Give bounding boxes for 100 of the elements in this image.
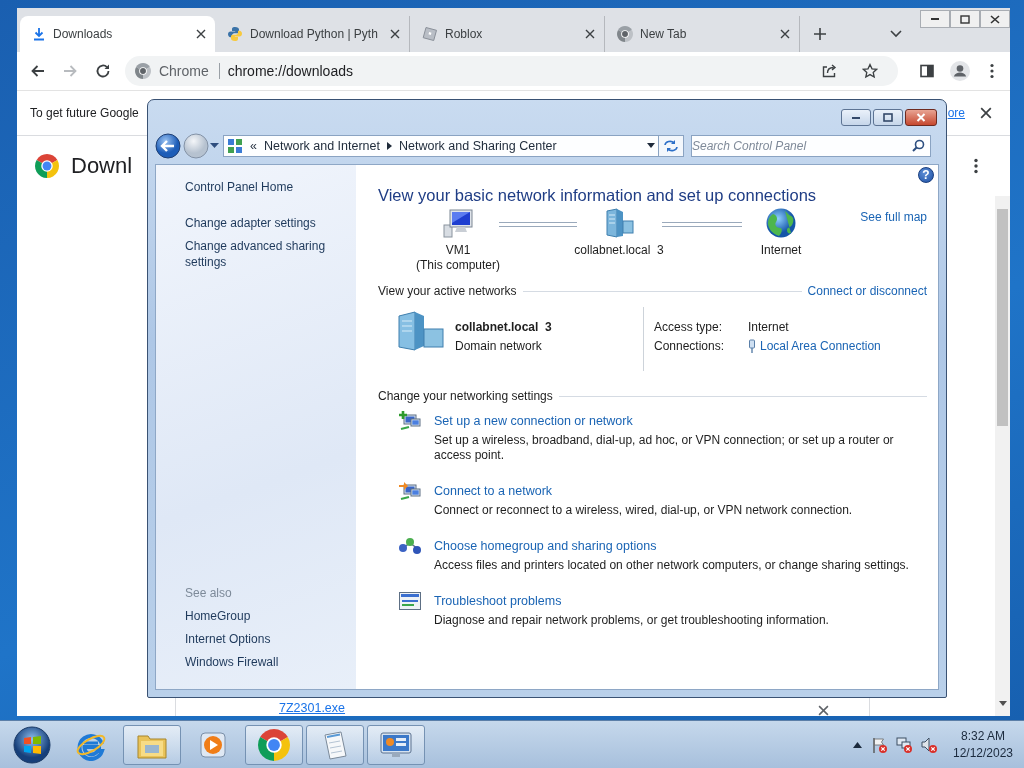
section-heading: Change your networking settings bbox=[378, 388, 553, 404]
taskbar-button[interactable] bbox=[367, 724, 425, 765]
scrollbar[interactable] bbox=[995, 196, 1010, 716]
taskbar-button[interactable] bbox=[245, 724, 303, 765]
link[interactable]: Choose homegroup and sharing options bbox=[434, 538, 909, 554]
reload-icon[interactable] bbox=[95, 63, 112, 79]
snake-logo-icon bbox=[227, 26, 243, 42]
node-label: collabnet.local 3 bbox=[574, 243, 664, 258]
search-field[interactable]: Search Control Panel bbox=[691, 134, 931, 157]
star-icon[interactable] bbox=[862, 63, 879, 79]
sidebar-link[interactable]: Change advanced sharing settings bbox=[185, 238, 344, 270]
close-icon[interactable] bbox=[980, 107, 992, 119]
plug-icon bbox=[748, 339, 756, 353]
close-icon[interactable] bbox=[585, 29, 595, 39]
node-label: Internet bbox=[760, 243, 802, 258]
node-label: VM1 bbox=[445, 243, 471, 258]
chrome-logo-icon bbox=[35, 154, 59, 178]
refresh-icon bbox=[663, 138, 679, 153]
share-icon[interactable] bbox=[821, 63, 838, 79]
link[interactable]: Set up a new connection or network bbox=[434, 413, 927, 429]
page-heading: View your basic network information and set up connections bbox=[378, 185, 818, 205]
network-category: Domain network bbox=[455, 338, 543, 354]
close-icon[interactable] bbox=[196, 29, 206, 39]
section-heading: View your active networks bbox=[378, 283, 517, 299]
globe-icon[interactable] bbox=[765, 207, 797, 239]
browser-tab[interactable]: New Tab bbox=[605, 16, 800, 52]
network-icon[interactable] bbox=[896, 736, 912, 753]
search-icon[interactable] bbox=[912, 138, 925, 152]
file-link[interactable]: 7Z2301.exe bbox=[279, 701, 815, 715]
flag-icon[interactable] bbox=[871, 736, 887, 753]
infobar-text: To get future Google bbox=[30, 106, 139, 120]
link[interactable]: ore bbox=[947, 106, 965, 120]
network-arrow-icon bbox=[398, 480, 422, 502]
help-button[interactable]: ? bbox=[918, 167, 934, 183]
url-text: chrome://downloads bbox=[227, 63, 354, 79]
browser-tab[interactable]: Download Python | Pyth bbox=[215, 16, 410, 52]
maximize-button[interactable] bbox=[950, 10, 980, 28]
browser-tab[interactable]: Roblox bbox=[410, 16, 605, 52]
clock-time[interactable]: 8:32 AM bbox=[961, 727, 1005, 745]
taskbar-button[interactable] bbox=[306, 724, 364, 765]
network-plus-icon bbox=[398, 410, 422, 432]
chevron-icon[interactable] bbox=[387, 141, 392, 150]
sidebar-link[interactable]: Change adapter settings bbox=[185, 215, 344, 231]
page-title: Downl bbox=[71, 153, 133, 179]
sidebar-link[interactable]: Control Panel Home bbox=[185, 179, 344, 195]
link[interactable]: Troubleshoot problems bbox=[434, 593, 829, 609]
breadcrumb-item[interactable]: Network and Sharing Center bbox=[399, 138, 557, 153]
field-label: Connections: bbox=[654, 338, 726, 354]
side-panel-icon[interactable] bbox=[919, 63, 935, 79]
show-hidden-icons-button[interactable] bbox=[853, 741, 862, 748]
browser-tab[interactable]: Downloads bbox=[20, 16, 215, 52]
task-description: Diagnose and repair network problems, or get troubleshooting information. bbox=[434, 613, 829, 628]
sidebar-link[interactable]: Internet Options bbox=[185, 631, 344, 647]
monitor-icon bbox=[379, 729, 413, 760]
dropdown-icon[interactable] bbox=[647, 143, 655, 148]
link[interactable]: Connect or disconnect bbox=[807, 283, 927, 299]
close-icon[interactable] bbox=[390, 29, 400, 39]
avatar-icon[interactable] bbox=[948, 60, 971, 82]
maximize-button[interactable] bbox=[873, 109, 903, 126]
address-bar[interactable]: « Network and Internet Network and Sharing Center bbox=[223, 134, 659, 157]
taskbar-button[interactable] bbox=[123, 724, 181, 765]
minimize-icon bbox=[931, 18, 939, 20]
play-icon bbox=[198, 729, 228, 760]
breadcrumb-item[interactable]: Network and Internet bbox=[263, 138, 380, 153]
address-bar[interactable]: Chrome chrome://downloads bbox=[124, 56, 899, 86]
minimize-button[interactable] bbox=[841, 109, 871, 126]
connected-balls-icon bbox=[398, 535, 422, 557]
clock-date[interactable]: 12/12/2023 bbox=[952, 744, 1014, 762]
sidebar-link[interactable]: Windows Firewall bbox=[185, 654, 344, 670]
chrome-icon bbox=[134, 63, 151, 79]
node-subtitle: (This computer) bbox=[416, 258, 500, 273]
minimize-icon bbox=[852, 116, 860, 119]
maximize-icon bbox=[881, 112, 895, 123]
computer-icon[interactable] bbox=[442, 207, 474, 239]
close-icon[interactable] bbox=[780, 29, 790, 39]
task-description: Set up a wireless, broadband, dial-up, ad hoc, or VPN connection; or set up a router or access point. bbox=[434, 433, 895, 463]
chrome-icon bbox=[617, 26, 633, 42]
refresh-button[interactable] bbox=[659, 134, 684, 157]
close-button[interactable] bbox=[905, 109, 937, 126]
link[interactable]: See full map bbox=[860, 210, 927, 224]
chevron-down-icon[interactable] bbox=[890, 30, 902, 38]
back-icon[interactable] bbox=[29, 63, 46, 79]
scroll-down-arrow-icon[interactable] bbox=[998, 701, 1007, 706]
menu-icon[interactable] bbox=[990, 63, 995, 79]
minimize-button[interactable] bbox=[920, 10, 950, 28]
server-icon[interactable] bbox=[603, 207, 635, 239]
field-value: Internet bbox=[748, 319, 790, 335]
plus-icon[interactable] bbox=[813, 27, 827, 41]
close-icon[interactable] bbox=[817, 704, 829, 716]
menu-icon[interactable] bbox=[974, 158, 978, 174]
breadcrumb-overflow[interactable]: « bbox=[250, 138, 257, 153]
close-button[interactable] bbox=[980, 10, 1010, 28]
section-label: See also bbox=[185, 585, 233, 601]
link[interactable]: Connect to a network bbox=[434, 483, 853, 499]
back-icon[interactable] bbox=[155, 132, 181, 159]
link[interactable]: Local Area Connection bbox=[760, 338, 881, 354]
speaker-icon[interactable] bbox=[921, 736, 937, 753]
site-label: Chrome bbox=[158, 63, 220, 79]
sidebar-link[interactable]: HomeGroup bbox=[185, 608, 344, 624]
start-button[interactable] bbox=[13, 725, 51, 764]
